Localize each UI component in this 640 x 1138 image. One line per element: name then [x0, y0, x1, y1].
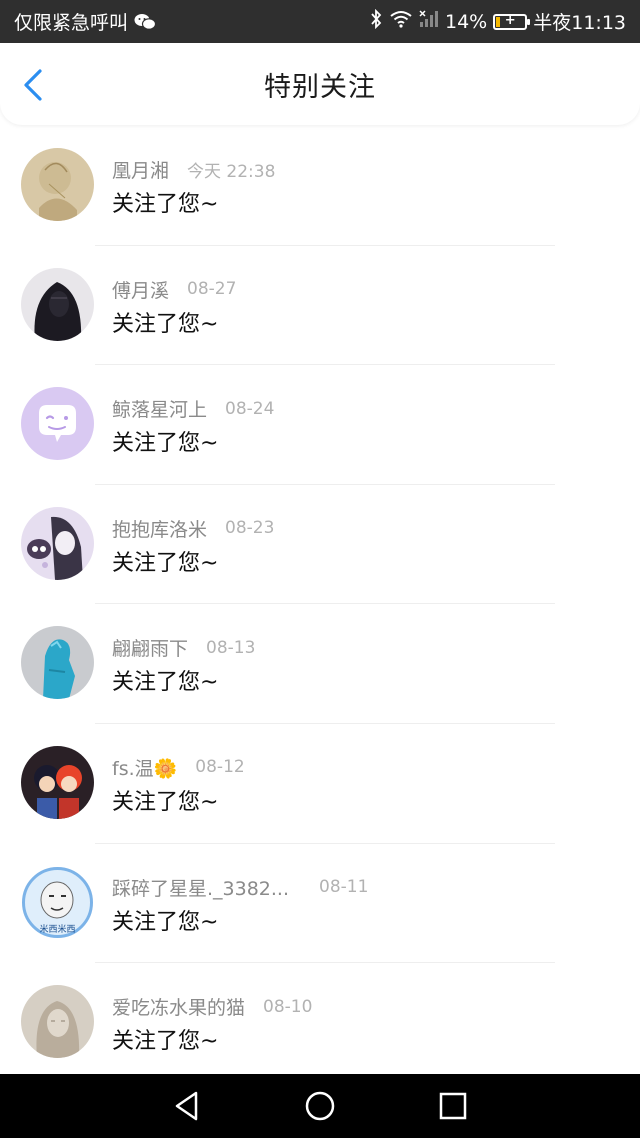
avatar-badge-text: 米西米西: [39, 923, 75, 935]
message-text: 关注了您~: [112, 789, 219, 815]
user-name[interactable]: 爱吃冻水果的猫: [112, 993, 245, 1020]
avatar[interactable]: [21, 267, 94, 341]
bluetooth-icon: [369, 8, 383, 34]
user-name[interactable]: 鲸落星河上: [112, 395, 207, 422]
battery-percent: 14%: [445, 10, 488, 33]
status-left: 仅限紧急呼叫: [14, 8, 157, 35]
user-name[interactable]: 踩碎了星星._3382...: [112, 874, 289, 901]
back-button[interactable]: [18, 65, 54, 105]
charging-icon: +: [504, 12, 516, 28]
user-name[interactable]: 翩翩雨下: [112, 634, 188, 661]
home-nav-button[interactable]: [300, 1086, 340, 1126]
avatar[interactable]: [21, 745, 94, 819]
list-item[interactable]: 傅月溪 08-27 关注了您~: [0, 246, 640, 366]
user-name[interactable]: 抱抱库洛米: [112, 515, 207, 542]
message-text: 关注了您~: [112, 311, 219, 337]
battery-icon: +: [493, 12, 531, 30]
avatar[interactable]: [21, 506, 94, 580]
list-item[interactable]: 爱吃冻水果的猫 08-10 关注了您~: [0, 963, 640, 1083]
list-item[interactable]: 米西米西 踩碎了星星._3382... 08-11 关注了您~: [0, 844, 640, 964]
system-nav-bar: [0, 1074, 640, 1138]
wifi-icon: [389, 10, 413, 33]
carrier-text: 仅限紧急呼叫: [14, 12, 129, 34]
message-text: 关注了您~: [112, 909, 219, 935]
chevron-left-icon: [24, 69, 42, 101]
signal-icon: [419, 10, 439, 33]
message-text: 关注了您~: [112, 1029, 219, 1055]
timestamp: 今天 22:38: [187, 162, 276, 182]
timestamp: 08-11: [319, 877, 369, 898]
avatar[interactable]: [21, 626, 94, 700]
user-name[interactable]: 凰月湘: [112, 156, 169, 183]
wechat-icon: [134, 13, 157, 31]
item-header: fs.温🌼 08-12: [112, 754, 245, 781]
follow-list: 凰月湘 今天 22:38 关注了您~ 傅月溪 08-27 关注了您~ 鲸落星河上…: [0, 126, 640, 1083]
timestamp: 08-12: [195, 757, 245, 778]
status-bar: 仅限紧急呼叫 14% + 半夜11:13: [0, 0, 640, 43]
message-text: 关注了您~: [112, 431, 219, 457]
timestamp: 08-27: [187, 279, 237, 300]
timestamp: 08-10: [263, 996, 313, 1017]
avatar[interactable]: [21, 387, 94, 461]
list-item[interactable]: 翩翩雨下 08-13 关注了您~: [0, 604, 640, 724]
timestamp: 08-13: [206, 637, 256, 658]
timestamp: 08-24: [225, 398, 275, 419]
item-header: 爱吃冻水果的猫 08-10: [112, 993, 312, 1020]
message-text: 关注了您~: [112, 192, 219, 217]
avatar[interactable]: 米西米西: [21, 865, 94, 939]
avatar[interactable]: [21, 148, 94, 221]
user-name[interactable]: 傅月溪: [112, 276, 169, 303]
list-item[interactable]: 抱抱库洛米 08-23 关注了您~: [0, 485, 640, 605]
item-header: 踩碎了星星._3382... 08-11: [112, 874, 368, 901]
status-right: 14% + 半夜11:13: [369, 8, 626, 35]
list-item[interactable]: 鲸落星河上 08-24 关注了您~: [0, 365, 640, 485]
header: 特别关注: [0, 43, 640, 125]
item-header: 凰月湘 今天 22:38: [112, 156, 275, 183]
list-item[interactable]: fs.温🌼 08-12 关注了您~: [0, 724, 640, 844]
message-text: 关注了您~: [112, 550, 219, 576]
user-name[interactable]: fs.温🌼: [112, 754, 177, 781]
list-item[interactable]: 凰月湘 今天 22:38 关注了您~: [0, 126, 640, 246]
page-title: 特别关注: [264, 71, 376, 103]
square-recents-icon: [440, 1092, 467, 1120]
clock: 半夜11:13: [533, 12, 626, 34]
item-header: 傅月溪 08-27: [112, 276, 236, 303]
avatar[interactable]: [21, 985, 94, 1059]
triangle-back-icon: [175, 1091, 197, 1121]
item-header: 鲸落星河上 08-24: [112, 395, 274, 422]
item-header: 抱抱库洛米 08-23: [112, 515, 274, 542]
timestamp: 08-23: [225, 518, 275, 539]
recents-nav-button[interactable]: [433, 1086, 473, 1126]
back-nav-button[interactable]: [167, 1086, 207, 1126]
circle-home-icon: [305, 1091, 335, 1121]
message-text: 关注了您~: [112, 670, 219, 696]
item-header: 翩翩雨下 08-13: [112, 634, 255, 661]
